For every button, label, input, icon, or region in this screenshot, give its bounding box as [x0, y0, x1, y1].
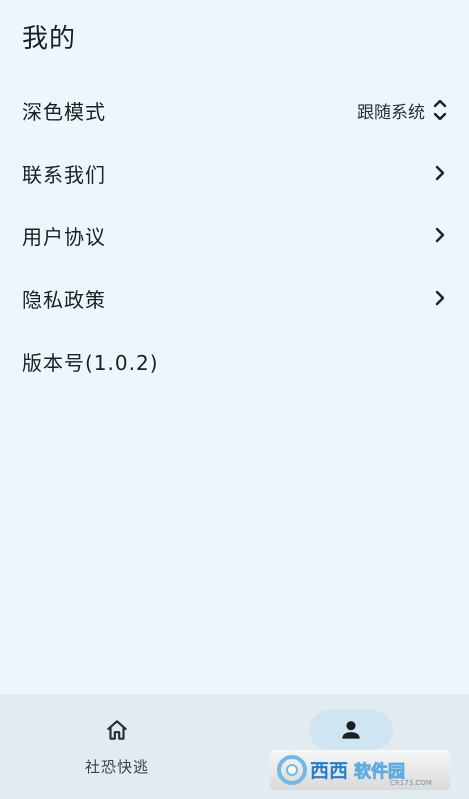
svg-text:CR173.COM: CR173.COM [390, 779, 432, 787]
version-label: 版本号(1.0.2) [22, 350, 159, 375]
nav-label-home: 社恐快逃 [84, 758, 149, 776]
version-row: 版本号(1.0.2) [0, 330, 469, 392]
page-title: 我的 [22, 24, 77, 54]
person-icon [342, 721, 360, 739]
contact-us-row[interactable]: 联系我们 [0, 142, 469, 204]
dark-mode-row[interactable]: 深色模式 跟随系统 [0, 79, 469, 141]
nav-item-home[interactable]: 社恐快逃 [0, 694, 234, 799]
svg-text:西西: 西西 [310, 760, 348, 782]
chevron-right-icon [435, 290, 445, 306]
home-icon [107, 720, 127, 740]
nav-pill-profile [309, 710, 393, 750]
chevron-right-icon [435, 165, 445, 181]
dark-mode-label: 深色模式 [22, 99, 106, 124]
user-agreement-label: 用户协议 [22, 224, 106, 249]
privacy-policy-label: 隐私政策 [22, 287, 106, 312]
dark-mode-value: 跟随系统 [357, 102, 425, 123]
watermark-logo-image: 西西 软件园 CR173.COM [277, 755, 432, 787]
chevron-right-icon [435, 227, 445, 243]
watermark-logo: 西西 软件园 CR173.COM [270, 750, 450, 790]
contact-us-label: 联系我们 [22, 162, 106, 187]
up-down-icon [433, 99, 447, 121]
nav-pill-home [75, 710, 159, 750]
dark-mode-selector[interactable]: 跟随系统 [357, 97, 447, 123]
user-agreement-row[interactable]: 用户协议 [0, 204, 469, 266]
privacy-policy-row[interactable]: 隐私政策 [0, 267, 469, 329]
